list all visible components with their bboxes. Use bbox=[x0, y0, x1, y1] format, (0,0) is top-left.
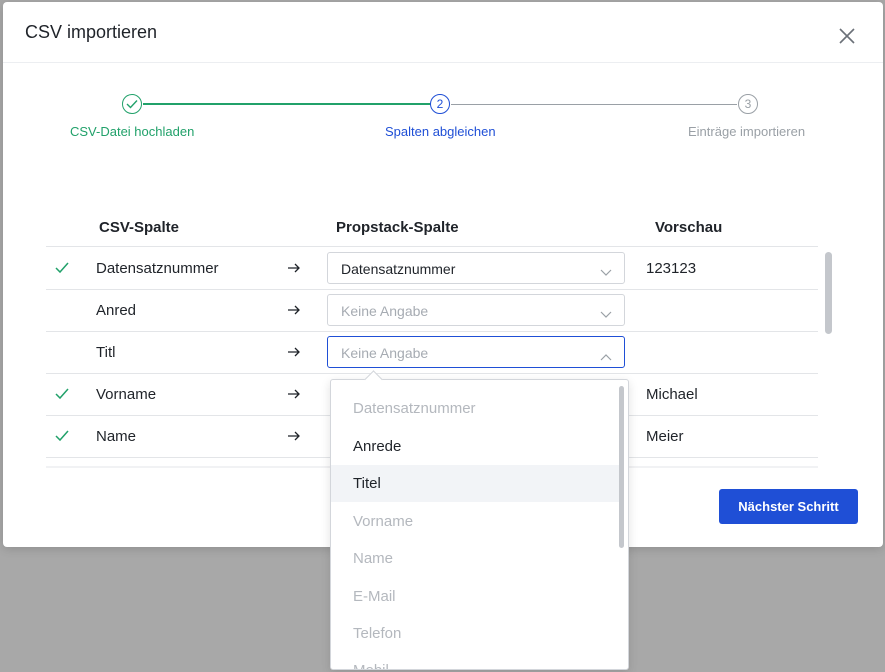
arrow-right-icon bbox=[286, 345, 302, 359]
dropdown-option-titel[interactable]: Titel bbox=[331, 465, 624, 502]
step-3-circle: 3 bbox=[738, 94, 758, 114]
dropdown-option-mobil: Mobil bbox=[331, 652, 624, 669]
propstack-column-select[interactable]: Keine Angabe bbox=[327, 294, 625, 326]
dropdown-option-name: Name bbox=[353, 550, 394, 567]
preview-value: Michael bbox=[646, 386, 698, 403]
chevron-down-icon bbox=[600, 264, 612, 276]
csv-column-name: Vorname bbox=[96, 386, 157, 403]
dropdown-option-datensatznummer: Datensatznummer bbox=[353, 400, 476, 417]
header-preview: Vorschau bbox=[655, 219, 723, 236]
csv-column-name: Datensatznummer bbox=[96, 260, 219, 277]
dropdown-option-anrede[interactable]: Anrede bbox=[331, 428, 624, 465]
table-scrollbar-thumb[interactable] bbox=[825, 252, 832, 334]
step-1-label: CSV-Datei hochladen bbox=[70, 124, 195, 139]
check-icon bbox=[54, 386, 70, 402]
next-step-button[interactable]: Nächster Schritt bbox=[719, 489, 858, 524]
arrow-right-icon bbox=[286, 429, 302, 443]
propstack-column-select[interactable]: Datensatznummer bbox=[327, 252, 625, 284]
step-1-check-icon bbox=[122, 94, 142, 114]
dropdown-scrollbar-thumb[interactable] bbox=[619, 386, 624, 548]
step-connector-1 bbox=[143, 103, 431, 105]
chevron-up-icon bbox=[600, 348, 612, 361]
dropdown-option-vorname: Vorname bbox=[353, 513, 414, 530]
arrow-right-icon bbox=[286, 261, 302, 275]
check-icon bbox=[54, 428, 70, 444]
select-value: Datensatznummer bbox=[341, 261, 456, 277]
table-row: Titl Keine Angabe bbox=[46, 332, 818, 374]
check-icon bbox=[54, 260, 70, 276]
dropdown-option-telefon: Telefon bbox=[353, 625, 402, 642]
header-csv-column: CSV-Spalte bbox=[99, 219, 180, 236]
header-propstack-column: Propstack-Spalte bbox=[336, 219, 459, 236]
table-row: Anred Keine Angabe bbox=[46, 290, 818, 332]
header-divider bbox=[3, 62, 883, 63]
step-3-label: Einträge importieren bbox=[688, 124, 806, 139]
modal-title: CSV importieren bbox=[25, 22, 158, 42]
step-2-circle: 2 bbox=[430, 94, 450, 114]
chevron-down-icon bbox=[600, 306, 612, 318]
step-connector-2 bbox=[451, 104, 737, 105]
propstack-column-select-open[interactable]: Keine Angabe bbox=[327, 336, 625, 368]
arrow-right-icon bbox=[286, 303, 302, 317]
arrow-right-icon bbox=[286, 387, 302, 401]
preview-value: Meier bbox=[646, 428, 684, 445]
close-icon[interactable] bbox=[835, 24, 859, 48]
step-2-label: Spalten abgleichen bbox=[385, 124, 496, 139]
dropdown-option-email: E-Mail bbox=[353, 588, 396, 605]
table-divider bbox=[46, 246, 818, 247]
table-row: Datensatznummer Datensatznummer 123123 bbox=[46, 248, 818, 290]
select-placeholder: Keine Angabe bbox=[341, 345, 429, 361]
csv-column-name: Anred bbox=[96, 302, 137, 319]
column-dropdown-menu: Datensatznummer Anrede Titel Vorname Nam… bbox=[330, 379, 629, 670]
csv-column-name: Titl bbox=[96, 344, 116, 361]
select-placeholder: Keine Angabe bbox=[341, 303, 429, 319]
preview-value: 123123 bbox=[646, 260, 697, 277]
csv-column-name: Name bbox=[96, 428, 137, 445]
